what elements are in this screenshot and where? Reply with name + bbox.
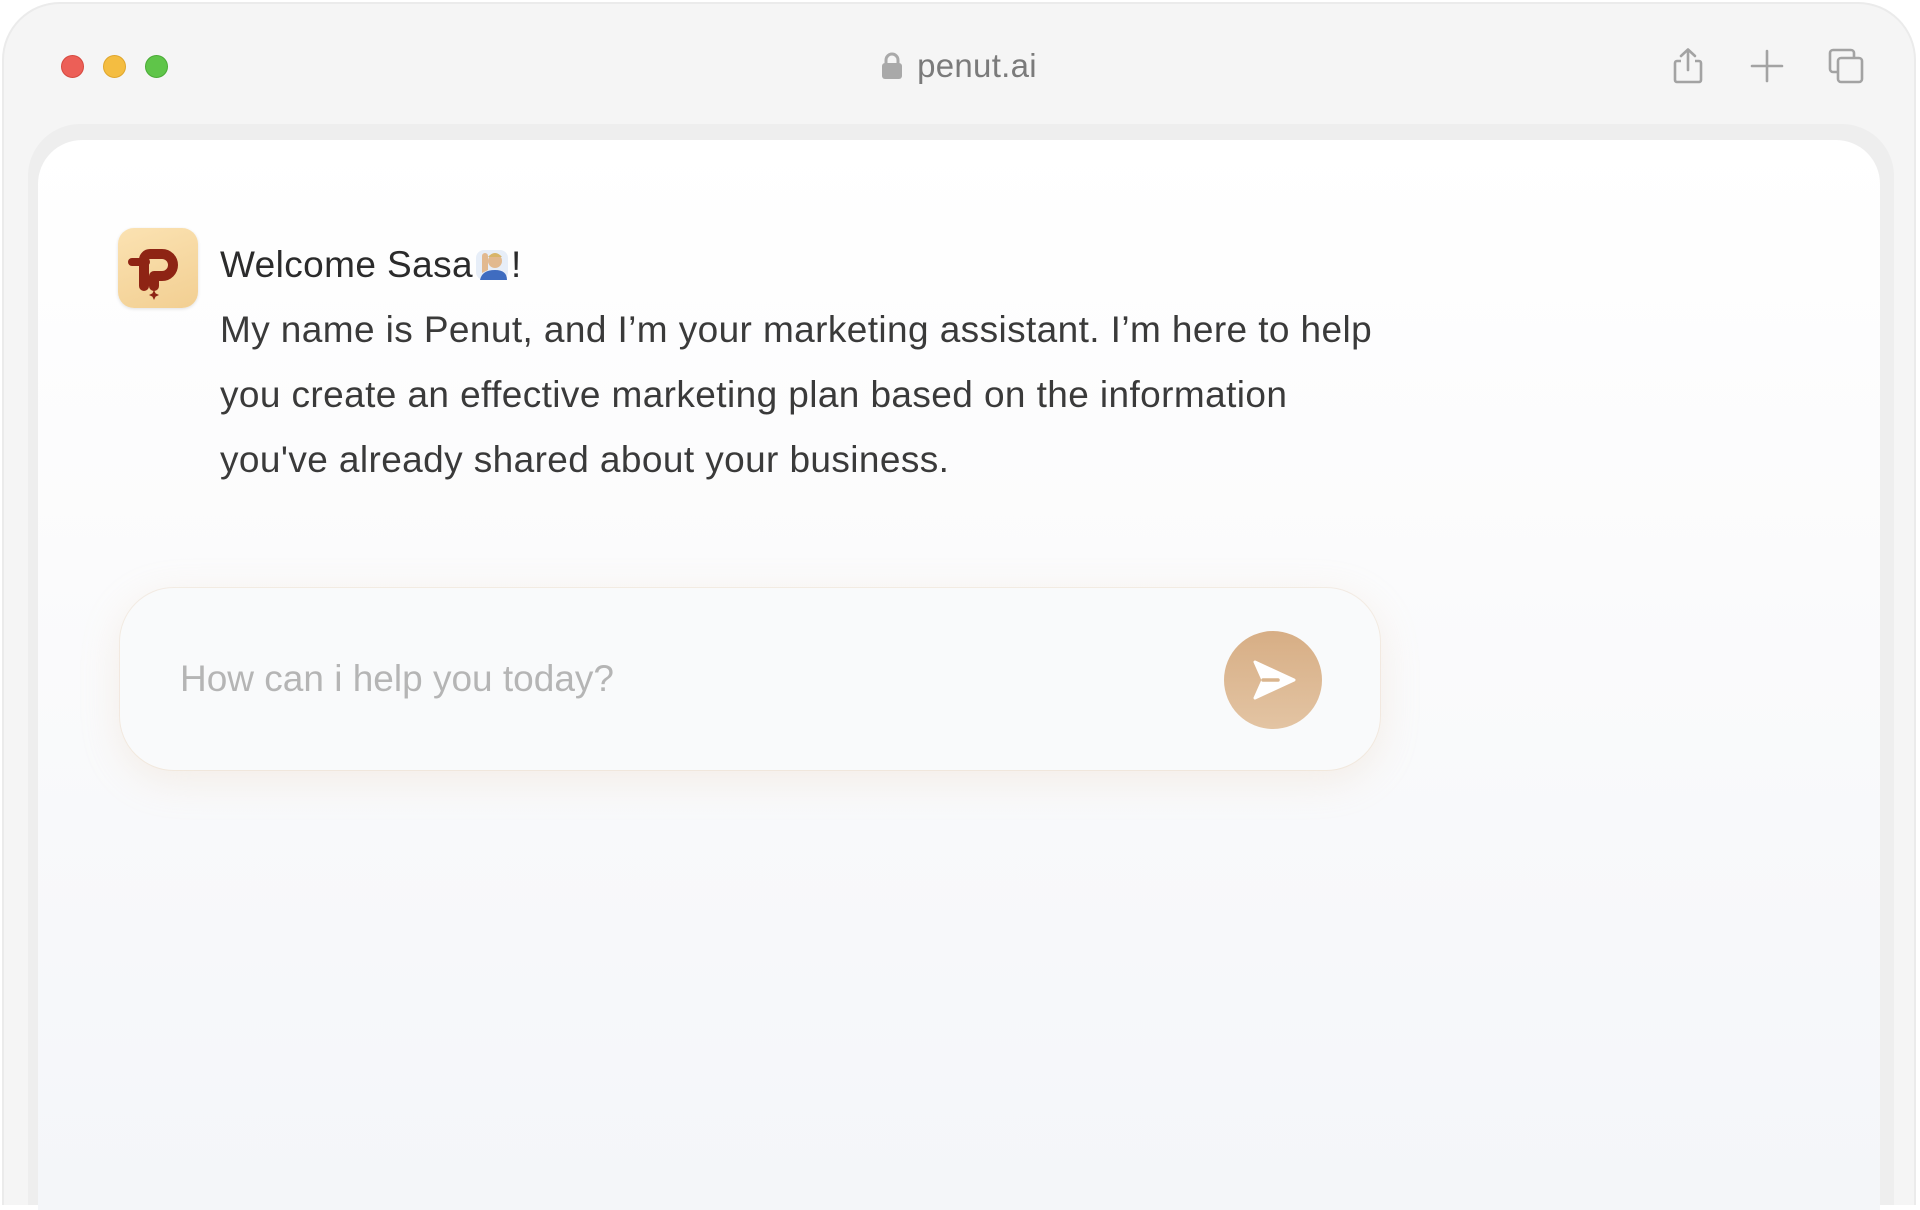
title-bar: penut.ai (4, 4, 1914, 124)
url-text: penut.ai (917, 47, 1037, 84)
message-line: you create an effective marketing plan b… (220, 374, 1288, 415)
greeting-line: Welcome Sasa ! (220, 232, 1480, 297)
share-icon[interactable] (1668, 46, 1708, 86)
message-line: My name is Penut, and I’m your marketing… (220, 309, 1373, 350)
greeting-suffix: ! (510, 244, 522, 285)
assistant-message: Welcome Sasa ! My name is Penut, and I’m… (220, 232, 1480, 492)
lock-icon (881, 51, 903, 81)
raising-hand-emoji-icon (474, 246, 510, 282)
send-button[interactable] (1224, 631, 1322, 729)
greeting-text: Welcome Sasa (220, 244, 473, 285)
tabs-icon[interactable] (1826, 46, 1866, 86)
message-line: you've already shared about your busines… (220, 439, 950, 480)
chat-input[interactable] (178, 638, 1182, 720)
chat-panel: Welcome Sasa ! My name is Penut, and I’m… (38, 140, 1880, 1210)
plus-icon[interactable] (1747, 46, 1787, 86)
chat-composer (120, 588, 1380, 770)
penut-logo-icon (118, 228, 198, 308)
send-icon (1253, 660, 1296, 700)
address-bar[interactable]: penut.ai (4, 44, 1914, 88)
